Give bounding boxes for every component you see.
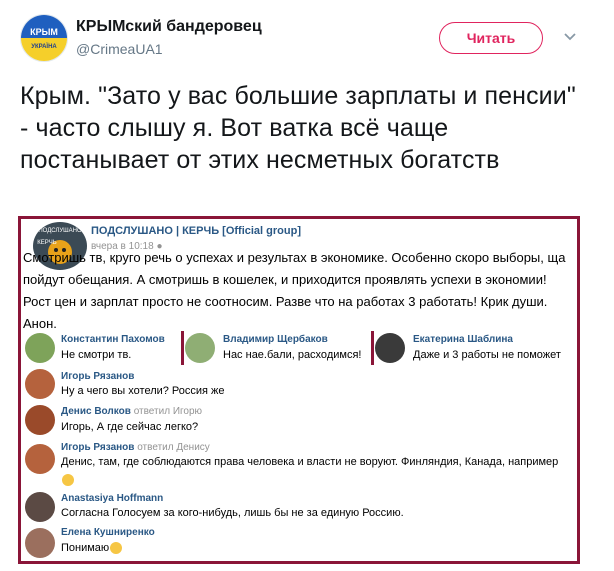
post-text: Смотришь тв, круго речь о успехах и резу…: [23, 250, 566, 331]
commenter-avatar[interactable]: [375, 333, 405, 363]
commenter-name[interactable]: Константин Пахомов: [61, 334, 165, 345]
comment-row: Денис Волков ответил Игорю Игорь, А где …: [21, 403, 577, 437]
commenter-avatar[interactable]: [25, 492, 55, 522]
avatar-text-bottom: УКРАЇНА: [31, 43, 57, 50]
commenter-avatar[interactable]: [25, 405, 55, 435]
commenter-name[interactable]: Игорь Рязанов ответил Денису: [61, 442, 210, 453]
avatar-text-top: КРЫМ: [30, 27, 58, 37]
commenter-avatar[interactable]: [25, 369, 55, 399]
commenter-avatar[interactable]: [25, 333, 55, 363]
comment-text: Ну а чего вы хотели? Россия же: [61, 385, 225, 397]
comment-text: Денис, там, где соблюдаются права челове…: [61, 453, 571, 489]
commenter-avatar[interactable]: [25, 528, 55, 558]
comment-row: Игорь Рязанов ответил Денису Денис, там,…: [21, 440, 577, 489]
emoji-icon: [62, 474, 74, 487]
comment-row: Anastasiya Hoffmann Согласна Голосуем за…: [21, 492, 577, 522]
group-avatar-label-bottom: КЕРЧЬ: [37, 240, 56, 246]
tweet-text: Крым. "Зато у вас большие зарплаты и пен…: [20, 82, 576, 174]
commenter-name[interactable]: Денис Волков ответил Игорю: [61, 406, 202, 417]
group-name[interactable]: ПОДСЛУШАНО | КЕРЧЬ [Official group]: [91, 225, 301, 237]
follow-button[interactable]: Читать: [439, 22, 543, 54]
account-avatar[interactable]: КРЫМ УКРАЇНА: [20, 14, 68, 62]
emoji-icon: [110, 542, 123, 555]
comment-row-triple: Константин Пахомов Не смотри тв. Владими…: [21, 331, 577, 365]
commenter-name[interactable]: Екатерина Шаблина: [413, 334, 513, 345]
commenter-avatar[interactable]: [185, 333, 215, 363]
commenter-name[interactable]: Елена Кушниренко: [61, 527, 155, 538]
comment-text: Согласна Голосуем за кого-нибудь, лишь б…: [61, 507, 404, 519]
display-name[interactable]: КРЫМский бандеровец: [76, 18, 262, 36]
comment-text: Не смотри тв.: [61, 349, 132, 361]
commenter-name[interactable]: Игорь Рязанов: [61, 371, 134, 382]
divider: [181, 331, 184, 365]
divider: [371, 331, 374, 365]
user-handle[interactable]: @CrimeaUA1: [76, 41, 163, 57]
comment-text: Понимаю: [61, 539, 123, 557]
comment-text: Нас нае.бали, расходимся!: [223, 349, 362, 361]
group-avatar-label-top: ПОДСЛУШАНО: [38, 228, 82, 234]
comment-text: Игорь, А где сейчас легко?: [61, 421, 199, 433]
commenter-name[interactable]: Владимир Щербаков: [223, 334, 328, 345]
commenter-avatar[interactable]: [25, 444, 55, 474]
commenter-name[interactable]: Anastasiya Hoffmann: [61, 493, 163, 504]
comment-text: Даже и 3 работы не поможет: [413, 349, 561, 361]
comment-row: Елена Кушниренко Понимаю: [21, 525, 577, 561]
comment-row: Игорь Рязанов Ну а чего вы хотели? Росси…: [21, 368, 577, 400]
chevron-down-icon[interactable]: [562, 28, 578, 44]
